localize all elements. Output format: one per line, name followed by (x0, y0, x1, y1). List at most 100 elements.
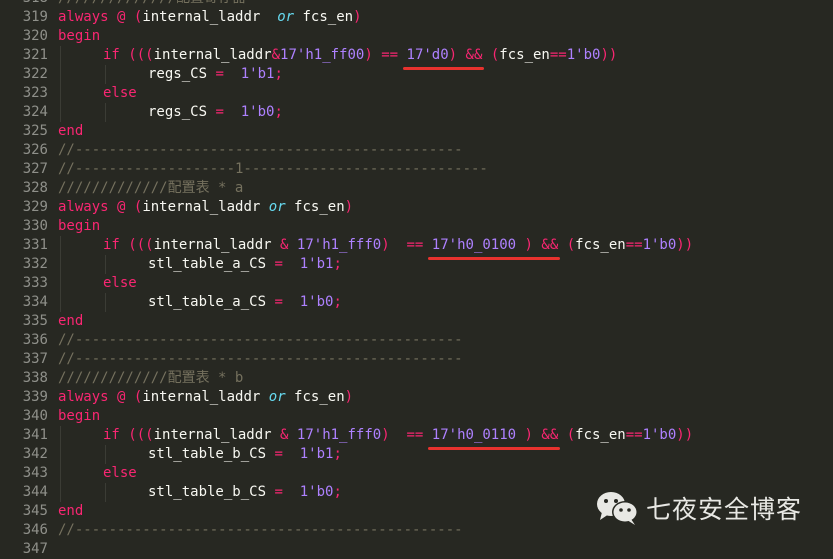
code-line[interactable]: 319 always @ (internal_laddr or fcs_en) (0, 8, 833, 27)
code-token: fcs_en (575, 427, 626, 443)
code-line[interactable]: 328 /////////////配置表 * a (0, 179, 833, 198)
code-token: begin (58, 218, 101, 234)
code-line[interactable]: 329 always @ (internal_laddr or fcs_en) (0, 198, 833, 217)
code-line[interactable]: 332 stl_table_a_CS = 1'b1; (0, 255, 833, 274)
wechat-icon (596, 490, 640, 526)
code-line[interactable]: 342 stl_table_b_CS = 1'b1; (0, 445, 833, 464)
code-line[interactable]: 326 //-----------------------------------… (0, 141, 833, 160)
code-line[interactable]: 333 else (0, 274, 833, 293)
code-line[interactable]: 340 begin (0, 407, 833, 426)
code-token: //--------------------------------------… (58, 351, 463, 367)
code-token: or (277, 9, 295, 25)
code-line[interactable]: 341 if (((internal_laddr & 17'h1_fff0) ==… (0, 426, 833, 445)
line-number: 342 (22, 446, 48, 462)
code-line[interactable]: 325 end (0, 122, 833, 141)
code-text: end (58, 502, 83, 521)
code-line[interactable]: 324 regs_CS = 1'b0; (0, 103, 833, 122)
code-text: /////////////配置表 * b (58, 369, 243, 388)
indent-guide (105, 483, 106, 502)
code-token: ; (333, 446, 342, 462)
code-line[interactable]: 321 if (((internal_laddr&17'h1_ff00) == 1… (0, 46, 833, 65)
code-line[interactable]: 343 else (0, 464, 833, 483)
indent-guide (60, 293, 61, 312)
code-token: == (406, 237, 424, 253)
code-token: fcs_en (285, 389, 345, 405)
code-token: fcs_en (575, 237, 626, 253)
code-token: or (268, 199, 286, 215)
line-number: 324 (22, 104, 48, 120)
indent-guide (60, 483, 61, 502)
code-token: internal_laddr (153, 237, 281, 253)
code-text: begin (58, 217, 100, 236)
code-line[interactable]: 338 /////////////配置表 * b (0, 369, 833, 388)
code-token: else (103, 275, 137, 291)
code-token: fcs_en (294, 9, 354, 25)
code-token: 1'b1 (299, 446, 334, 462)
code-text: if (((internal_laddr & 17'h1_fff0) == 17… (103, 236, 693, 255)
code-token: internal_laddr (142, 9, 278, 25)
code-token: ; (333, 484, 342, 500)
code-token: stl_table_a_CS (148, 294, 275, 310)
line-number: 320 (22, 28, 48, 44)
code-token: regs_CS (148, 104, 216, 120)
code-token: ) (524, 427, 533, 443)
indent-guide (60, 464, 61, 483)
code-token: begin (58, 408, 101, 424)
indent-guide (105, 103, 106, 122)
code-token: = (274, 484, 283, 500)
code-line[interactable]: 330 begin (0, 217, 833, 236)
code-text: if (((internal_laddr&17'h1_ff00) == 17'd… (103, 46, 617, 65)
code-token: internal_laddr (142, 389, 269, 405)
code-token: ; (274, 66, 283, 82)
code-token: ((( (128, 427, 154, 443)
code-token: = (215, 66, 224, 82)
code-line[interactable]: 336 //-----------------------------------… (0, 331, 833, 350)
code-token: 1'b0 (299, 294, 334, 310)
code-line[interactable]: 318 //////////////配置寄存器 (0, 0, 833, 8)
code-text: //--------------------------------------… (58, 331, 463, 350)
code-token: fcs_en (499, 47, 550, 63)
code-token: == (549, 47, 567, 63)
line-number: 327 (22, 161, 48, 177)
code-editor[interactable]: 318 //////////////配置寄存器 319 always @ (inter… (0, 0, 833, 559)
code-text: stl_table_b_CS = 1'b0; (148, 483, 342, 502)
code-token: 1'b1 (299, 256, 334, 272)
code-token: ; (333, 256, 342, 272)
code-line[interactable]: 334 stl_table_a_CS = 1'b0; (0, 293, 833, 312)
code-token: //-------------------1------------------… (58, 161, 488, 177)
code-line[interactable]: 347 (0, 540, 833, 559)
code-token: //////////////配置寄存器 (58, 0, 246, 6)
line-number: 333 (22, 275, 48, 291)
watermark: 七夜安全博客 (596, 490, 802, 526)
code-token: 17'h0_0110 (431, 427, 517, 443)
code-line[interactable]: 320 begin (0, 27, 833, 46)
code-token: 17'h1_fff0 (296, 237, 382, 253)
code-text: //--------------------------------------… (58, 350, 463, 369)
code-text: regs_CS = 1'b0; (148, 103, 283, 122)
code-line[interactable]: 339 always @ (internal_laddr or fcs_en) (0, 388, 833, 407)
code-token: if (103, 237, 120, 253)
code-token: internal_laddr (142, 199, 269, 215)
line-number: 323 (22, 85, 48, 101)
code-line[interactable]: 335 end (0, 312, 833, 331)
code-token: 1'b0 (566, 47, 601, 63)
line-number: 334 (22, 294, 48, 310)
code-token: if (103, 47, 120, 63)
code-line[interactable]: 323 else (0, 84, 833, 103)
code-line[interactable]: 327 //-------------------1---------------… (0, 160, 833, 179)
code-line[interactable]: 337 //-----------------------------------… (0, 350, 833, 369)
code-token: end (58, 503, 84, 519)
code-token: internal_laddr (153, 427, 281, 443)
code-line[interactable]: 331 if (((internal_laddr & 17'h1_fff0) ==… (0, 236, 833, 255)
code-token: else (103, 85, 137, 101)
code-text: begin (58, 27, 100, 46)
code-token: & (271, 47, 281, 63)
